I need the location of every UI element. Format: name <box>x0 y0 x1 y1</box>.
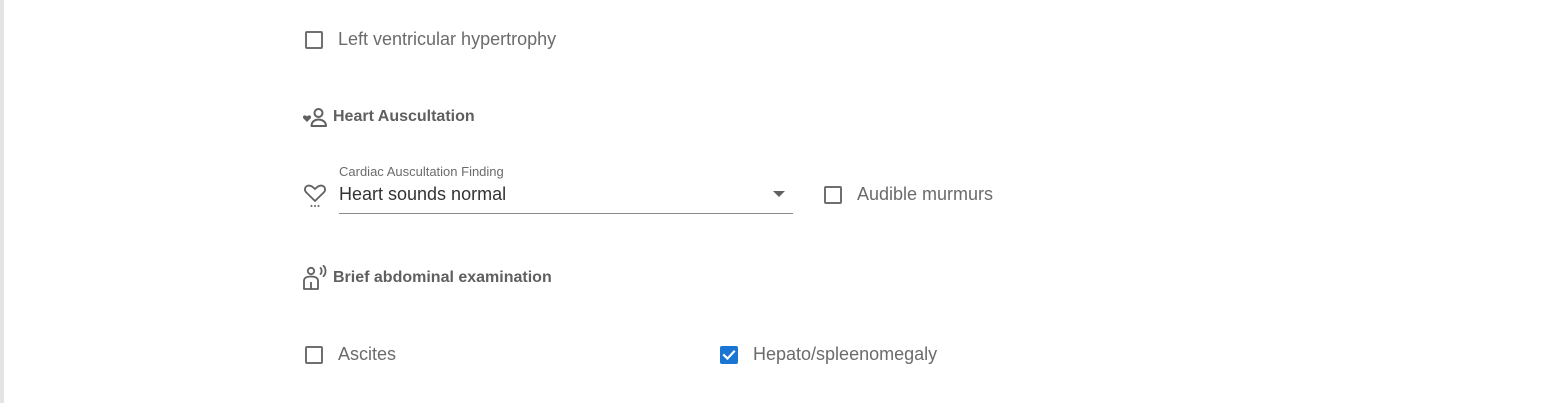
heart-auscultation-title: Heart Auscultation <box>333 108 475 125</box>
person-examination-icon <box>302 265 329 291</box>
left-border <box>0 0 4 403</box>
cardiac-auscultation-value[interactable]: Heart sounds normal <box>339 184 506 205</box>
cardiac-auscultation-label: Cardiac Auscultation Finding <box>339 164 504 179</box>
hepato-spleenomegaly-checkbox-row[interactable]: Hepato/spleenomegaly <box>720 344 937 365</box>
heart-outline-icon <box>302 182 328 213</box>
audible-murmurs-checkbox[interactable] <box>824 185 842 204</box>
lvh-checkbox[interactable] <box>305 30 323 49</box>
cardiac-auscultation-select[interactable]: Cardiac Auscultation Finding Heart sound… <box>339 162 793 214</box>
abdominal-exam-title: Brief abdominal examination <box>333 269 552 286</box>
abdominal-exam-header: Brief abdominal examination <box>302 265 552 291</box>
audible-murmurs-checkbox-row[interactable]: Audible murmurs <box>824 184 993 205</box>
lvh-checkbox-row[interactable]: Left ventricular hypertrophy <box>305 29 556 50</box>
audible-murmurs-label: Audible murmurs <box>857 184 994 204</box>
ascites-checkbox-row[interactable]: Ascites <box>305 344 396 365</box>
heart-auscultation-header: Heart Auscultation <box>302 106 475 128</box>
hepato-spleenomegaly-checkbox[interactable] <box>720 345 738 364</box>
checkmark-icon <box>722 349 736 360</box>
ascites-checkbox[interactable] <box>305 345 323 364</box>
form-page: Left ventricular hypertrophy Heart Auscu… <box>0 0 1545 403</box>
dropdown-arrow-icon[interactable] <box>773 191 785 197</box>
ascites-label: Ascites <box>338 344 397 364</box>
hepato-spleenomegaly-label: Hepato/spleenomegaly <box>753 344 938 364</box>
heart-person-icon <box>302 106 329 128</box>
lvh-label: Left ventricular hypertrophy <box>338 29 557 49</box>
